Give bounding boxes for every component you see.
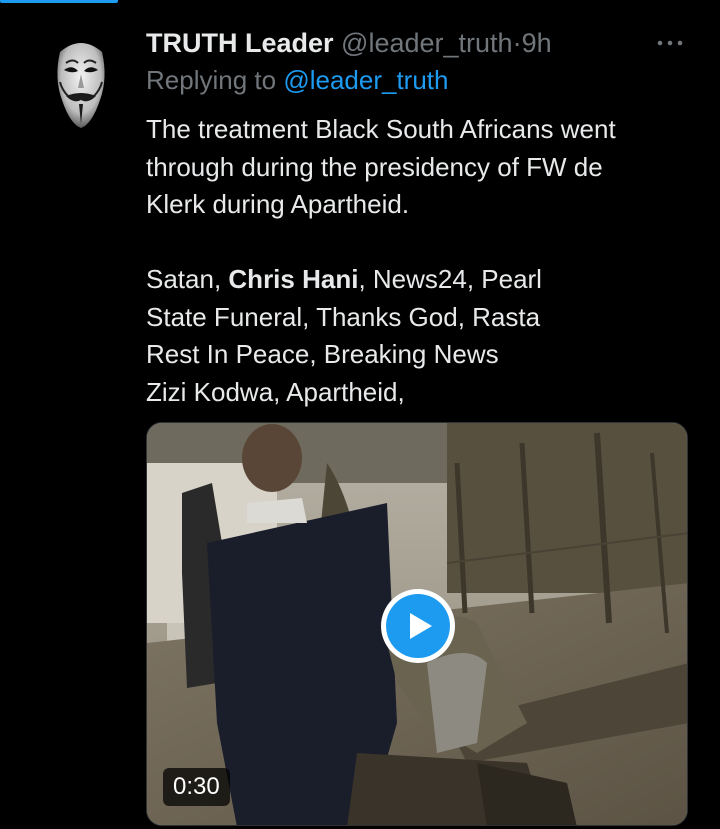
tweet-text-line: The treatment Black South Africans went bbox=[146, 114, 616, 144]
tweet-timestamp[interactable]: 9h bbox=[522, 28, 552, 58]
tweet-text-line: through during the presidency of FW de bbox=[146, 151, 603, 182]
guy-fawkes-mask-icon bbox=[48, 30, 114, 130]
video-player[interactable]: 0:30 bbox=[146, 422, 688, 826]
tweet-text-line: Klerk during Apartheid. bbox=[146, 189, 410, 219]
reply-context: Replying to @leader_truth bbox=[146, 63, 448, 97]
tag-text: , News24, Pearl bbox=[358, 264, 542, 294]
tab-active-indicator bbox=[0, 0, 118, 3]
header-separator: · bbox=[512, 28, 522, 58]
video-duration-badge: 0:30 bbox=[163, 768, 230, 806]
more-horizontal-icon[interactable] bbox=[650, 28, 690, 58]
tweet-header: TRUTH Leader @leader_truth·9h bbox=[146, 26, 552, 60]
reply-mention-link[interactable]: @leader_truth bbox=[283, 65, 448, 95]
tweet-tags-line: Satan, Chris Hani, News24, Pearl bbox=[146, 261, 706, 299]
play-icon bbox=[410, 613, 432, 639]
tag-text: Satan, bbox=[146, 264, 229, 294]
avatar[interactable] bbox=[48, 30, 114, 130]
tweet-tags-line: Zizi Kodwa, Apartheid, bbox=[146, 376, 405, 407]
tag-bold: Chris Hani bbox=[228, 264, 359, 294]
tweet-text: The treatment Black South Africans went … bbox=[146, 111, 706, 411]
author-name[interactable]: TRUTH Leader bbox=[146, 28, 334, 58]
author-handle[interactable]: @leader_truth bbox=[341, 28, 513, 58]
reply-prefix: Replying to bbox=[146, 65, 277, 95]
play-button[interactable] bbox=[381, 589, 455, 663]
tweet-tags-line: Rest In Peace, Breaking News bbox=[146, 339, 499, 369]
tweet-tags-line: State Funeral, Thanks God, Rasta bbox=[146, 301, 541, 332]
